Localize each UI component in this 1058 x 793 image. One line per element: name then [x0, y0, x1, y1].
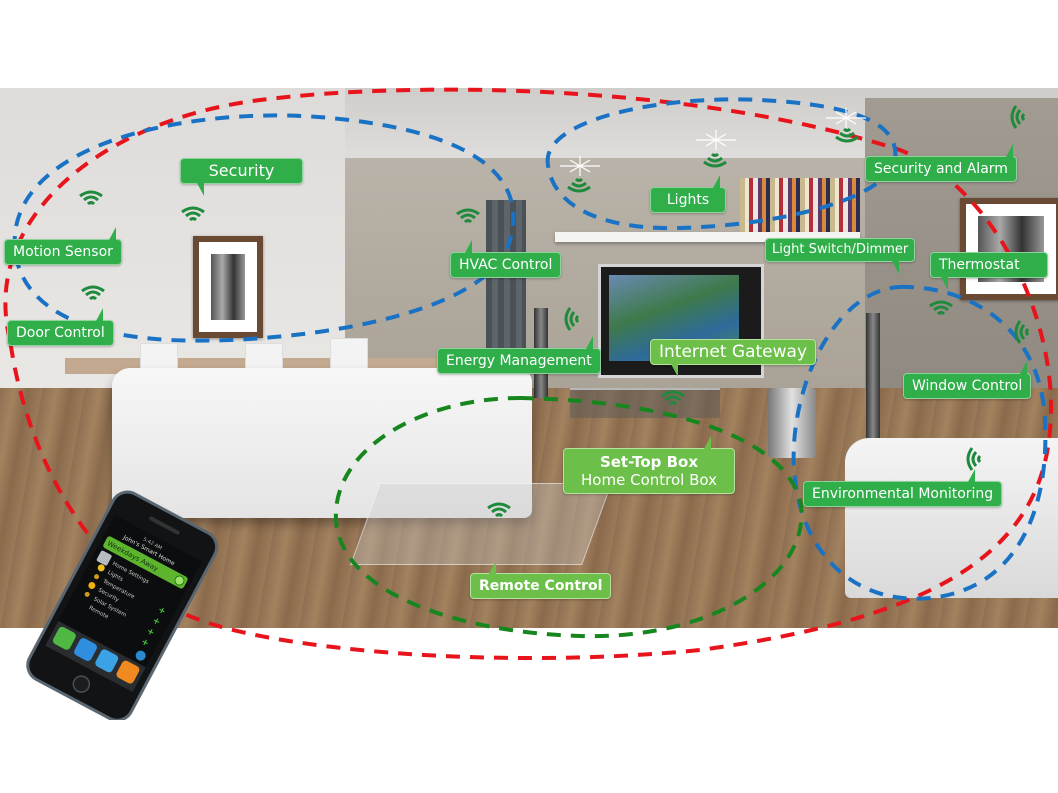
wifi-icon	[928, 300, 954, 318]
wifi-icon	[80, 285, 106, 303]
label-light-switch-dimmer: Light Switch/Dimmer	[765, 238, 916, 274]
smartphone: 5:42 AM John's Smart Home Weekdays Away …	[20, 490, 220, 722]
wifi-icon	[566, 175, 592, 193]
bookshelf-books	[740, 178, 860, 233]
label-security-and-alarm: Security and Alarm	[865, 144, 1017, 182]
label-environmental-monitoring: Environmental Monitoring	[803, 469, 1003, 507]
wifi-icon	[1014, 319, 1032, 345]
light-sparkle-icon	[560, 156, 600, 176]
light-sparkle-icon	[826, 108, 866, 128]
media-server	[768, 388, 816, 458]
label-motion-sensor: Motion Sensor	[4, 227, 122, 265]
label-energy-management: Energy Management	[437, 336, 601, 374]
wifi-icon	[180, 206, 206, 224]
label-remote-control: Remote Control	[470, 561, 612, 599]
label-window-control: Window Control	[903, 361, 1032, 399]
label-internet-gateway: Internet Gateway	[650, 339, 817, 377]
wifi-icon	[660, 390, 686, 408]
wall-picture-left	[193, 236, 263, 338]
label-lights: Lights	[650, 175, 726, 213]
label-thermostat: Thermostat	[930, 252, 1048, 290]
wifi-icon	[1010, 104, 1028, 130]
label-hvac-control: HVAC Control	[450, 240, 562, 278]
armchair	[845, 438, 1058, 598]
label-set-top-box: Set-Top Box Home Control Box	[563, 436, 735, 494]
label-security: Security	[180, 158, 303, 196]
wifi-icon	[564, 306, 582, 332]
wifi-icon	[702, 150, 728, 168]
wifi-icon	[455, 208, 481, 226]
glass-coffee-table	[350, 483, 612, 565]
tv-stand	[570, 388, 720, 418]
wifi-icon	[486, 502, 512, 520]
label-door-control: Door Control	[7, 308, 114, 346]
wall-picture-right	[960, 198, 1058, 300]
light-sparkle-icon	[696, 130, 736, 150]
wifi-icon	[78, 190, 104, 208]
